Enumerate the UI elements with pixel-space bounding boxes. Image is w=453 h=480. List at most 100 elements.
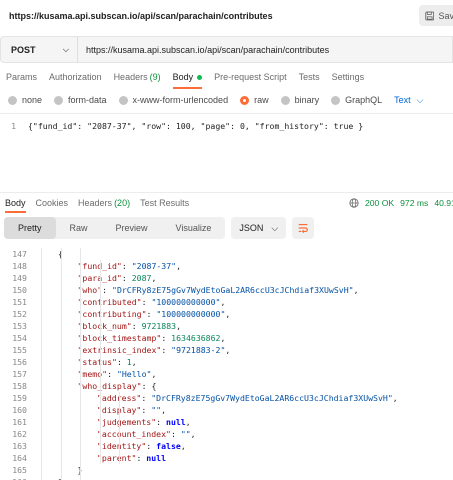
tab-tests[interactable]: Tests	[293, 68, 326, 86]
body-type-urlencoded[interactable]: x-www-form-urlencoded	[118, 95, 229, 105]
response-time[interactable]: 972 ms	[400, 198, 428, 208]
save-button[interactable]: Save	[419, 5, 453, 26]
radio-icon	[54, 95, 64, 105]
status-code[interactable]: 200 OK	[365, 198, 394, 208]
tab-authorization[interactable]: Authorization	[43, 68, 108, 86]
response-line: 158 "who_display": {	[0, 380, 453, 392]
line-number: 159	[12, 393, 27, 403]
view-preview[interactable]: Preview	[102, 217, 162, 239]
view-pretty[interactable]: Pretty	[4, 217, 56, 239]
url-input[interactable]: https://kusama.api.subscan.io/api/scan/p…	[77, 36, 453, 63]
radio-checked-icon	[240, 95, 250, 105]
response-line: 163 "identity": false,	[0, 440, 453, 452]
response-size[interactable]: 40.91	[434, 198, 453, 208]
response-line: 156 "status": 1,	[0, 356, 453, 368]
tab-label: Tests	[298, 72, 320, 82]
tab-response-body[interactable]: Body	[0, 193, 31, 213]
editor-code: {"fund_id": "2087-37", "row": 100, "page…	[28, 121, 364, 131]
line-number: 164	[12, 453, 27, 463]
response-code: "display": "",	[97, 405, 167, 415]
tab-label: Headers	[113, 72, 148, 82]
line-number: 152	[12, 309, 27, 319]
body-type-graphql[interactable]: GraphQL	[331, 95, 382, 105]
radio-icon	[331, 95, 341, 105]
tab-label: Settings	[331, 72, 365, 82]
response-code: "status": 1,	[77, 357, 137, 367]
radio-icon	[280, 95, 290, 105]
language-select[interactable]: Text ⌵	[394, 95, 423, 106]
response-code: "identity": false,	[97, 441, 186, 451]
response-line: 160 "display": "",	[0, 404, 453, 416]
tab-settings[interactable]: Settings	[326, 68, 371, 86]
request-row: POST ⌵ https://kusama.api.subscan.io/api…	[0, 36, 453, 63]
response-code: "para_id": 2087,	[78, 273, 157, 283]
response-line: 153 "block_num": 9721883,	[0, 320, 453, 332]
response-line: 164 "parent": null	[0, 452, 453, 464]
wrap-lines-icon	[298, 223, 309, 234]
response-view-bar: Pretty Raw Preview Visualize JSON ⌵	[0, 216, 453, 240]
line-number: 158	[12, 381, 27, 391]
language-label: Text	[394, 95, 411, 105]
tab-label: Body	[5, 197, 26, 208]
response-status: 200 OK 972 ms 40.91	[349, 193, 453, 213]
view-mode-group: Pretty Raw Preview Visualize	[4, 217, 226, 239]
chevron-down-icon: ⌵	[416, 94, 424, 105]
tab-body[interactable]: Body	[167, 68, 209, 89]
tab-params[interactable]: Params	[0, 68, 43, 86]
indent-guide	[41, 248, 42, 480]
method-select[interactable]: POST ⌵	[0, 36, 77, 63]
line-number: 155	[12, 345, 27, 355]
body-type-raw[interactable]: raw	[240, 95, 269, 105]
line-number: 161	[12, 417, 27, 427]
response-body[interactable]: 147{148 "fund_id": "2087-37", 149 "para_id"…	[0, 242, 453, 480]
response-line: 152 "contributing": "100000000000",	[0, 308, 453, 320]
format-label: JSON	[239, 223, 264, 233]
globe-icon[interactable]	[349, 198, 359, 208]
line-number: 162	[12, 429, 27, 439]
line-number: 165	[12, 465, 27, 475]
response-line: 150 "who": "DrCFRy8zE75gGv7WydEtoGaL2AR6c…	[0, 284, 453, 296]
response-line: 155 "extrinsic_index": "9721883-2",	[0, 344, 453, 356]
response-line: 166},	[0, 476, 453, 480]
radio-label: none	[22, 95, 43, 105]
editor-line: 1 {"fund_id": "2087-37", "row": 100, "pa…	[0, 119, 363, 133]
tab-pre-request-script[interactable]: Pre-request Script	[208, 68, 293, 86]
response-code: "judgements": null,	[97, 417, 191, 427]
body-type-form-data[interactable]: form-data	[54, 95, 107, 105]
tab-cookies[interactable]: Cookies	[31, 193, 74, 213]
response-line: 147{	[0, 248, 453, 260]
response-code: "fund_id": "2087-37",	[78, 261, 182, 271]
tab-test-results[interactable]: Test Results	[135, 193, 194, 213]
line-number: 151	[12, 297, 27, 307]
format-select[interactable]: JSON ⌵	[231, 217, 287, 239]
radio-label: raw	[254, 95, 269, 105]
line-number: 160	[12, 405, 27, 415]
tab-label: Test Results	[140, 197, 190, 208]
response-line: 159 "address": "DrCFRy8zE75gGv7WydEtoGaL2…	[0, 392, 453, 404]
wrap-lines-button[interactable]	[292, 217, 315, 239]
body-type-binary[interactable]: binary	[280, 95, 319, 105]
radio-label: form-data	[68, 95, 107, 105]
request-body-editor[interactable]: 1 {"fund_id": "2087-37", "row": 100, "pa…	[0, 113, 453, 191]
indent-guide	[99, 260, 101, 464]
tab-label: Authorization	[49, 72, 102, 82]
tab-response-headers[interactable]: Headers (20)	[73, 193, 135, 213]
radio-icon	[8, 95, 17, 105]
response-line: 165}	[0, 464, 453, 476]
line-number: 157	[12, 369, 27, 379]
tab-count: (9)	[149, 72, 161, 82]
line-number: 149	[12, 273, 27, 283]
response-code: "block_num": 9721883,	[77, 321, 182, 331]
indent-guide	[80, 248, 81, 480]
tab-headers[interactable]: Headers (9)	[108, 68, 167, 86]
radio-label: x-www-form-urlencoded	[132, 95, 229, 105]
line-number: 153	[12, 321, 27, 331]
tab-count: (20)	[114, 197, 131, 208]
view-raw[interactable]: Raw	[56, 217, 102, 239]
response-code: "account_index": "",	[97, 429, 196, 439]
line-number: 154	[12, 333, 27, 343]
method-label: POST	[11, 44, 36, 55]
body-type-none[interactable]: none	[8, 95, 42, 105]
view-visualize[interactable]: Visualize	[162, 217, 226, 239]
response-line: 157 "memo": "Hello",	[0, 368, 453, 380]
